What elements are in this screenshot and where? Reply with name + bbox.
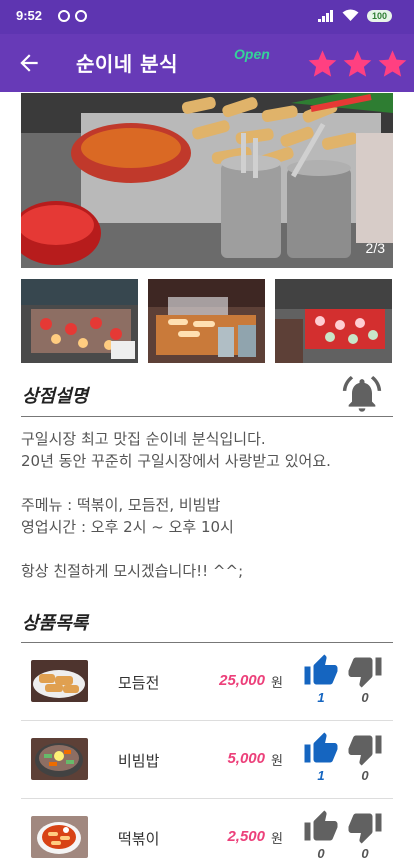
product-name: 비빔밥 xyxy=(118,752,160,770)
wifi-icon xyxy=(342,9,359,21)
product-image xyxy=(31,660,88,702)
product-price: 2,500 xyxy=(227,828,265,845)
thumbs-down-icon[interactable] xyxy=(347,809,383,845)
product-image xyxy=(31,816,88,858)
like-count: 1 xyxy=(317,768,325,783)
thumbs-up-icon[interactable] xyxy=(303,809,339,845)
currency-unit: 원 xyxy=(271,754,283,769)
star-icon xyxy=(308,50,337,77)
currency-unit: 원 xyxy=(271,832,283,847)
notification-icons xyxy=(58,10,87,22)
description-line: 주메뉴 : 떡볶이, 모듬전, 비빔밥 xyxy=(21,496,221,514)
thumbs-up-icon[interactable] xyxy=(303,731,339,767)
back-arrow-icon[interactable] xyxy=(16,50,42,76)
product-row[interactable]: 모듬전 25,000 원 1 0 xyxy=(21,643,393,721)
product-price: 5,000 xyxy=(227,750,265,767)
product-price: 25,000 xyxy=(219,672,265,689)
status-time: 9:52 xyxy=(16,8,43,23)
product-name: 떡볶이 xyxy=(118,830,160,848)
thumbs-down-icon[interactable] xyxy=(347,731,383,767)
page-title: 순이네 분식 xyxy=(76,52,178,76)
description-line: 영업시간 : 오후 2시 ~ 오후 10시 xyxy=(21,518,234,536)
rating-stars xyxy=(306,48,409,80)
app-bar: 순이네 분식 Open xyxy=(0,34,414,92)
like-count: 0 xyxy=(317,846,325,861)
shop-description: 구일시장 최고 맛집 순이네 분식입니다. 20년 동안 꾸준히 구일시장에서 … xyxy=(21,428,393,582)
product-list: 모듬전 25,000 원 1 0 비빔밥 5,000 원 1 0 떡볶이 2,5… xyxy=(21,643,393,861)
section-divider xyxy=(21,416,393,417)
thumbnail-strip xyxy=(21,279,393,363)
thumbnail-image-1[interactable] xyxy=(21,279,138,363)
thumbnail-image-2[interactable] xyxy=(148,279,265,363)
description-line: 20년 동안 꾸준히 구일시장에서 사랑받고 있어요. xyxy=(21,452,331,470)
battery-icon: 100 xyxy=(366,9,392,22)
dislike-count: 0 xyxy=(361,768,369,783)
system-icons: 100 xyxy=(317,9,392,22)
star-icon xyxy=(343,50,372,77)
like-count: 1 xyxy=(317,690,325,705)
bell-icon[interactable] xyxy=(342,375,382,415)
thumbs-down-icon[interactable] xyxy=(347,653,383,689)
product-row[interactable]: 떡볶이 2,500 원 0 0 xyxy=(21,799,393,861)
notification-icon xyxy=(58,10,70,22)
product-image xyxy=(31,738,88,780)
thumbs-up-icon[interactable] xyxy=(303,653,339,689)
section-title-description: 상점설명 xyxy=(22,386,89,407)
street-food-photo xyxy=(21,93,393,268)
thumbnail-image-3[interactable] xyxy=(275,279,392,363)
signal-icon xyxy=(317,9,333,22)
main-food-image[interactable]: 2/3 xyxy=(21,93,393,268)
description-line: 항상 친절하게 모시겠습니다!! ^^; xyxy=(21,562,244,580)
image-counter: 2/3 xyxy=(365,240,385,256)
notification-icon xyxy=(75,10,87,22)
currency-unit: 원 xyxy=(271,676,283,691)
open-status-label: Open xyxy=(234,46,270,62)
dislike-count: 0 xyxy=(361,846,369,861)
product-name: 모듬전 xyxy=(118,674,160,692)
description-line: 구일시장 최고 맛집 순이네 분식입니다. xyxy=(21,430,266,448)
star-icon xyxy=(378,50,407,77)
status-bar: 9:52 100 xyxy=(0,0,414,34)
product-row[interactable]: 비빔밥 5,000 원 1 0 xyxy=(21,721,393,799)
dislike-count: 0 xyxy=(361,690,369,705)
section-title-products: 상품목록 xyxy=(22,613,89,634)
